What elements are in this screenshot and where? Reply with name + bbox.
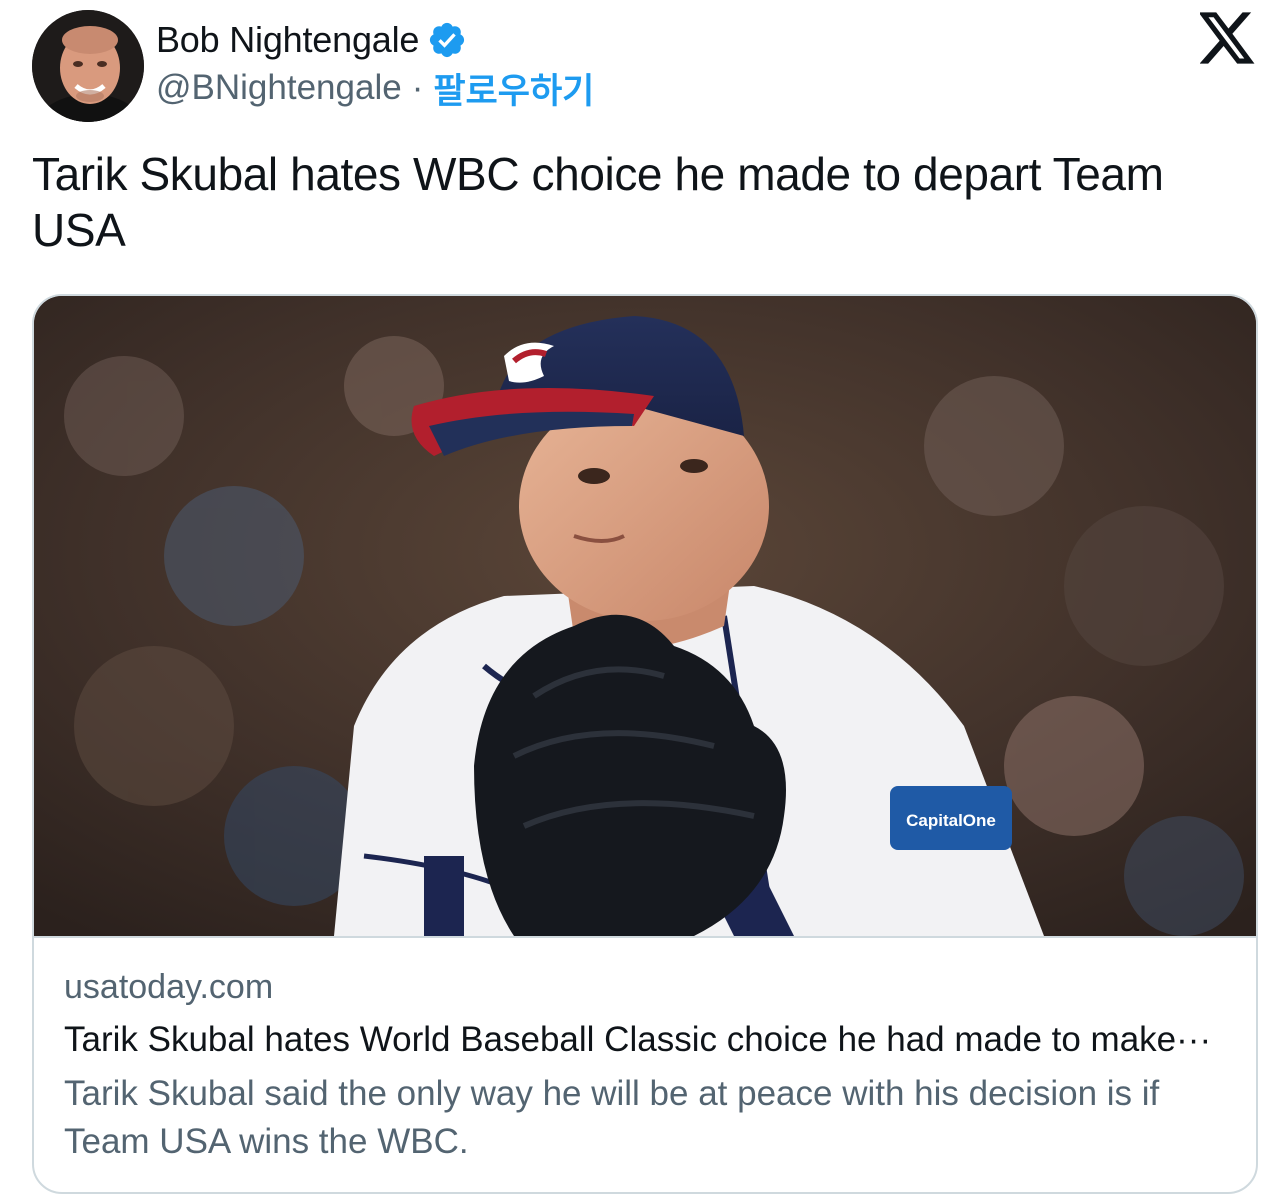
card-title[interactable]: Tarik Skubal hates World Baseball Classi… xyxy=(64,1020,1234,1060)
tweet-text: Tarik Skubal hates WBC choice he made to… xyxy=(32,148,1164,256)
separator-dot: · xyxy=(411,68,424,107)
verified-badge-icon xyxy=(427,20,467,60)
tweet-embed: Bob Nightengale @BNightengale · 팔로우하기 Ta… xyxy=(0,0,1280,1198)
sponsor-patch-text: CapitalOne xyxy=(906,811,996,830)
author-handle[interactable]: @BNightengale xyxy=(156,68,402,108)
x-logo-icon[interactable] xyxy=(1198,12,1256,64)
article-photo[interactable]: CapitalOne xyxy=(34,296,1256,936)
avatar[interactable] xyxy=(32,10,144,122)
author-name-row: Bob Nightengale xyxy=(156,18,467,62)
card-domain: usatoday.com xyxy=(64,968,274,1006)
card-divider xyxy=(34,936,1256,938)
link-card[interactable]: CapitalOne usatoday.com Tarik Skubal hat… xyxy=(32,294,1258,1194)
avatar-photo xyxy=(32,10,144,122)
card-description: Tarik Skubal said the only way he will b… xyxy=(64,1074,1160,1161)
author-handle-row: @BNightengale · 팔로우하기 xyxy=(156,66,594,111)
author-display-name[interactable]: Bob Nightengale xyxy=(156,19,419,61)
follow-button[interactable]: 팔로우하기 xyxy=(433,63,594,114)
